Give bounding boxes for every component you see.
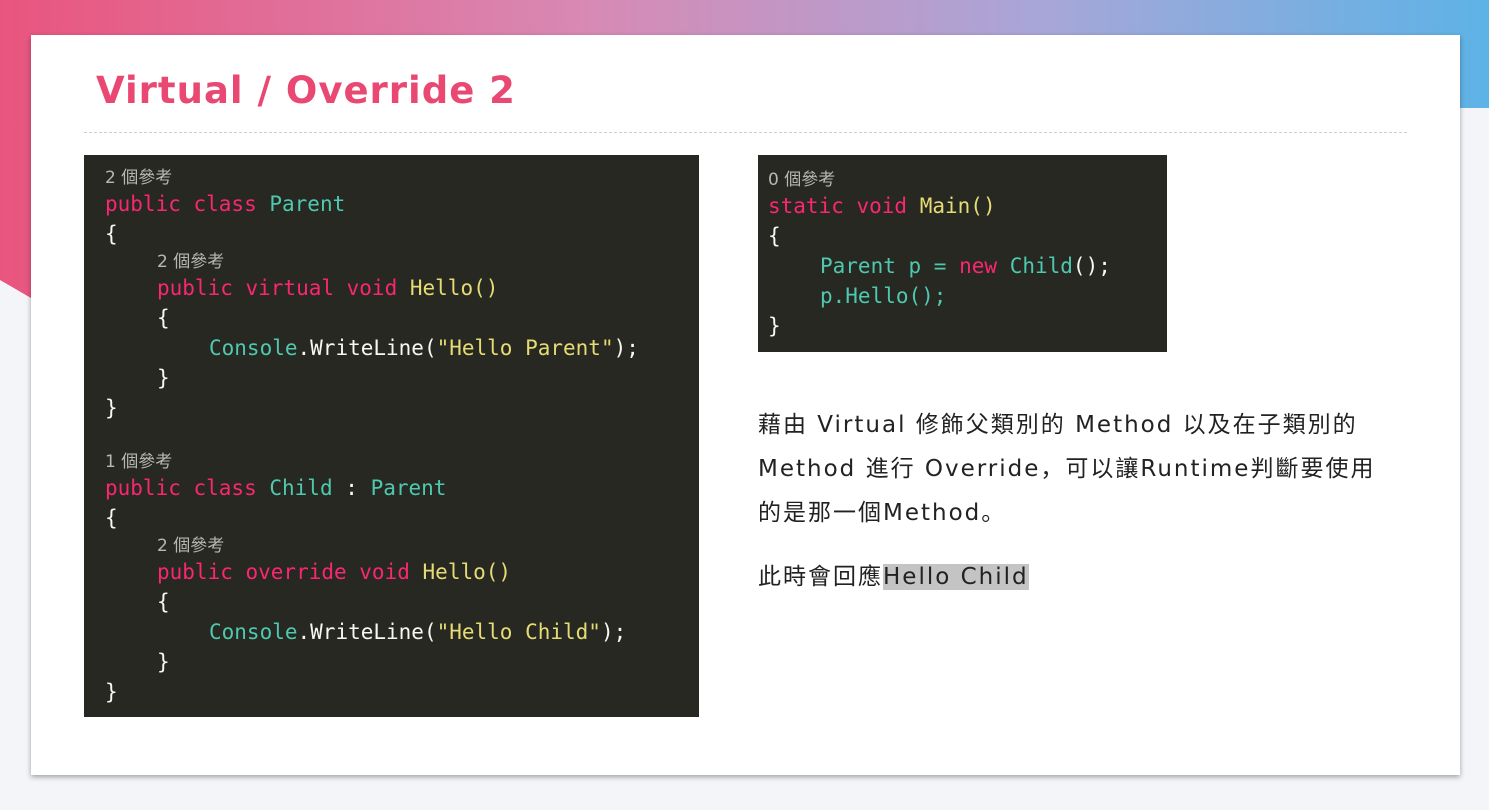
code-line: {: [105, 219, 699, 249]
code-keyword: public override void: [157, 560, 410, 584]
code-keyword: static void: [768, 194, 908, 218]
code-line: public virtual void Hello(): [105, 273, 699, 303]
code-type-name: Console: [209, 620, 298, 644]
code-class-name: Parent: [370, 476, 447, 500]
code-line: }: [105, 647, 699, 677]
code-plain: );: [600, 620, 627, 644]
code-line: {: [768, 221, 1167, 251]
code-line: }: [768, 311, 1167, 341]
code-line: p.Hello();: [768, 281, 1167, 311]
code-brace: }: [105, 396, 118, 420]
code-brace: {: [768, 224, 781, 248]
code-method-name: Main(): [919, 194, 996, 218]
code-type-name: Child: [1009, 254, 1073, 278]
code-line: {: [105, 503, 699, 533]
code-line: public override void Hello(): [105, 557, 699, 587]
code-plain: );: [613, 336, 639, 360]
code-panel-class-definitions: 2 個參考 public class Parent { 2 個參考 public…: [84, 155, 699, 717]
code-plain: .WriteLine(: [297, 620, 437, 644]
code-brace: {: [105, 506, 118, 530]
code-line: {: [105, 587, 699, 617]
code-line: }: [105, 393, 699, 423]
code-type-name: Parent: [820, 254, 896, 278]
code-line: {: [105, 303, 699, 333]
code-string: "Hello Parent": [436, 336, 614, 360]
code-line: public class Child : Parent: [105, 473, 699, 503]
code-plain: .WriteLine(: [297, 336, 437, 360]
code-plain: ();: [1072, 254, 1111, 278]
result-note-prefix: 此時會回應: [758, 564, 883, 590]
code-brace: }: [157, 650, 170, 674]
code-method-name: Hello(): [409, 276, 499, 300]
reference-count: 0 個參考: [768, 170, 836, 190]
result-note: 此時會回應Hello Child: [758, 560, 1029, 594]
code-brace: }: [157, 366, 170, 390]
reference-count: 2 個參考: [157, 536, 225, 556]
code-variable: p =: [908, 254, 947, 278]
code-line: }: [105, 677, 699, 707]
code-keyword: public virtual void: [157, 276, 398, 300]
code-line: }: [105, 363, 699, 393]
code-line: static void Main(): [768, 191, 1167, 221]
code-brace: {: [157, 590, 170, 614]
code-class-name: Child: [269, 476, 333, 500]
code-brace: }: [768, 314, 781, 338]
reference-count: 1 個參考: [105, 452, 173, 472]
code-plain: :: [345, 476, 358, 500]
code-string: "Hello Child": [436, 620, 601, 644]
code-keyword: new: [959, 254, 998, 278]
code-brace: {: [105, 222, 118, 246]
reference-count: 2 個參考: [157, 252, 225, 272]
result-output-highlight: Hello Child: [883, 564, 1029, 590]
code-class-name: Parent: [269, 192, 346, 216]
code-brace: }: [105, 680, 118, 704]
code-brace: {: [157, 306, 170, 330]
code-panel-main-method: 0 個參考 static void Main() { Parent p = ne…: [758, 155, 1167, 352]
title-divider: [84, 132, 1407, 133]
code-statement: p.Hello();: [820, 284, 947, 308]
explanation-text: 藉由 Virtual 修飾父類別的 Method 以及在子類別的 Method …: [758, 412, 1376, 526]
code-keyword: public class: [105, 476, 257, 500]
code-keyword: public class: [105, 192, 257, 216]
slide-title: Virtual / Override 2: [96, 69, 516, 112]
code-line: Parent p = new Child();: [768, 251, 1167, 281]
reference-count: 2 個參考: [105, 168, 173, 188]
code-type-name: Console: [209, 336, 298, 360]
slide-card: Virtual / Override 2 2 個參考 public class …: [31, 35, 1460, 775]
code-line: Console.WriteLine("Hello Child");: [105, 617, 699, 647]
code-method-name: Hello(): [422, 560, 512, 584]
code-line: public class Parent: [105, 189, 699, 219]
code-line: Console.WriteLine("Hello Parent");: [105, 333, 699, 363]
